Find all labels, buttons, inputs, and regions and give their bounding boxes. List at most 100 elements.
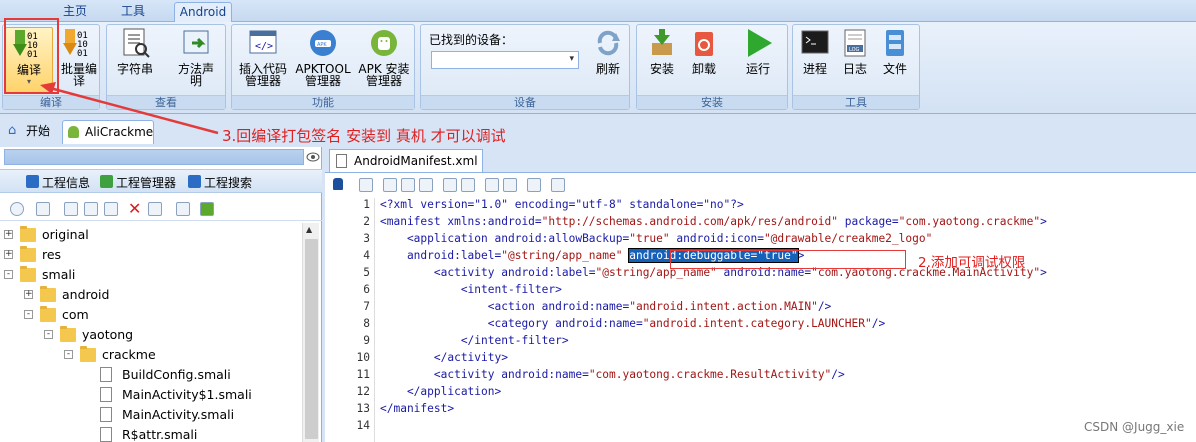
redo-icon[interactable] xyxy=(461,178,475,192)
strings-button[interactable]: 字符串 xyxy=(113,27,157,75)
apktool-manager-button[interactable]: APK APKTOOL 管理器 xyxy=(294,27,352,87)
folder-icon xyxy=(40,306,56,322)
line-number: 9 xyxy=(363,334,370,347)
copy-icon[interactable] xyxy=(383,178,397,192)
tree-expander-icon[interactable]: - xyxy=(64,350,73,359)
tab-project[interactable]: AliCrackme xyxy=(62,120,154,144)
refresh-button[interactable]: 刷新 xyxy=(591,27,625,75)
code-text: "http://schemas.android.com/apk/res/andr… xyxy=(541,215,839,228)
line-number: 8 xyxy=(363,317,370,330)
insert-code-manager-button[interactable]: </> 插入代码 管理器 xyxy=(236,27,290,87)
tree-item[interactable]: MainActivity$1.smali xyxy=(0,385,300,405)
tab-home[interactable]: 主页 xyxy=(58,2,92,22)
file-button[interactable]: 文件 xyxy=(877,27,913,75)
tree-expander-icon[interactable]: - xyxy=(4,270,13,279)
device-select[interactable]: ▾ xyxy=(431,51,579,69)
code-line-1: <?xml version="1.0" encoding="utf-8" sta… xyxy=(380,198,744,211)
eye-icon[interactable] xyxy=(306,150,320,164)
undo-icon[interactable] xyxy=(443,178,457,192)
log-button[interactable]: LOG 日志 xyxy=(837,27,873,75)
folder-icon xyxy=(20,246,36,262)
subtab-project-info[interactable]: 工程信息 xyxy=(26,174,90,191)
code-line-10: </activity> xyxy=(380,351,508,364)
tree-expander-icon[interactable]: + xyxy=(4,230,13,239)
tree-item[interactable]: BuildConfig.smali xyxy=(0,365,300,385)
group-compile-label: 编译 xyxy=(3,95,99,109)
group-tools: 进程 LOG 日志 文件 工具 xyxy=(792,24,920,110)
view-icon[interactable] xyxy=(64,202,78,216)
uninstall-label: 卸载 xyxy=(691,62,716,76)
tree-expander-icon[interactable]: - xyxy=(44,330,53,339)
find-icon[interactable] xyxy=(84,202,98,216)
tree-expander-icon[interactable]: + xyxy=(24,290,33,299)
home-icon: ⌂ xyxy=(8,123,17,138)
tree-item[interactable]: + android xyxy=(0,285,300,305)
lock-icon[interactable] xyxy=(333,178,343,190)
tree-item[interactable]: - com xyxy=(0,305,300,325)
tree-item-label: crackme xyxy=(102,347,156,362)
tree-item[interactable]: + original xyxy=(0,225,300,245)
apk-install-manager-button[interactable]: APK 安装 管理器 xyxy=(356,27,412,87)
code-text: <action android:name= xyxy=(380,300,630,313)
cut-icon[interactable] xyxy=(148,202,162,216)
properties-icon[interactable] xyxy=(36,202,50,216)
editor-tab-title: AndroidManifest.xml xyxy=(354,154,478,168)
tree-item[interactable]: R$attr.smali xyxy=(0,425,300,442)
tree-expander-icon[interactable]: + xyxy=(4,250,13,259)
scroll-up-icon[interactable]: ▲ xyxy=(306,225,312,234)
paste-icon[interactable] xyxy=(419,178,433,192)
settings-icon[interactable] xyxy=(551,178,565,192)
line-number: 5 xyxy=(363,266,370,279)
line-number: 11 xyxy=(356,368,370,381)
menu-bar: 主页 工具 Android xyxy=(0,0,1196,23)
annotation-highlight-compile xyxy=(4,18,59,94)
code-line-8: <category android:name="android.intent.c… xyxy=(380,317,885,330)
tab-tools[interactable]: 工具 xyxy=(116,2,150,22)
project-panel: 工程信息 工程管理器 工程搜索 ✕ + original + res - smali + an… xyxy=(0,147,322,442)
manager-icon xyxy=(100,175,113,188)
line-number: 7 xyxy=(363,300,370,313)
delete-icon[interactable]: ✕ xyxy=(128,199,141,218)
batch-compile-icon: 01 10 01 xyxy=(63,27,95,59)
code-text: "@string/app_name" xyxy=(501,249,623,262)
project-search-input[interactable] xyxy=(4,149,304,165)
tree-expander-icon[interactable]: - xyxy=(24,310,33,319)
back-icon[interactable] xyxy=(485,178,499,192)
subtab-project-search[interactable]: 工程搜索 xyxy=(188,174,252,191)
code-editor[interactable]: 1 2 3 4 5 6 7 8 9 10 11 12 13 14 <?xml version="1.0" … xyxy=(325,198,1196,442)
cut-icon[interactable] xyxy=(401,178,415,192)
file-icon xyxy=(100,407,112,422)
method-signature-button[interactable]: 方法声 明 xyxy=(173,27,219,87)
tree-scrollbar[interactable]: ▲ xyxy=(302,223,319,442)
batch-compile-button[interactable]: 01 10 01 批量编 译 xyxy=(59,27,99,87)
tree-item[interactable]: - crackme xyxy=(0,345,300,365)
refresh-icon[interactable] xyxy=(10,202,24,216)
project-tree: + original + res - smali + android - com - yaotong -… xyxy=(0,223,302,442)
run-button[interactable]: 运行 xyxy=(739,27,777,75)
batch-compile-label: 批量编 译 xyxy=(60,62,97,88)
line-number: 14 xyxy=(356,419,370,432)
line-gutter: 1 2 3 4 5 6 7 8 9 10 11 12 13 14 xyxy=(325,198,375,442)
tree-item[interactable]: - yaotong xyxy=(0,325,300,345)
process-button[interactable]: 进程 xyxy=(797,27,833,75)
subtab-project-manager[interactable]: 工程管理器 xyxy=(100,174,176,191)
tab-start[interactable]: ⌂ 开始 xyxy=(4,120,60,144)
install-button[interactable]: 安装 xyxy=(643,27,681,75)
scroll-thumb[interactable] xyxy=(305,239,318,439)
add-icon[interactable] xyxy=(200,202,214,216)
format-icon[interactable] xyxy=(527,178,541,192)
tree-item[interactable]: MainActivity.smali xyxy=(0,405,300,425)
forward-icon[interactable] xyxy=(503,178,517,192)
tree-item[interactable]: + res xyxy=(0,245,300,265)
line-number: 2 xyxy=(363,215,370,228)
editor-tab-manifest[interactable]: AndroidManifest.xml xyxy=(329,149,483,172)
group-install-label: 安装 xyxy=(637,95,787,109)
tree-item[interactable]: - smali xyxy=(0,265,300,285)
bookmark-icon[interactable] xyxy=(104,202,118,216)
document-icon[interactable] xyxy=(176,202,190,216)
tab-android[interactable]: Android xyxy=(174,2,232,23)
uninstall-button[interactable]: 卸载 xyxy=(685,27,723,75)
tree-item-label: BuildConfig.smali xyxy=(122,367,231,382)
svg-text:01: 01 xyxy=(77,49,88,59)
save-icon[interactable] xyxy=(359,178,373,192)
